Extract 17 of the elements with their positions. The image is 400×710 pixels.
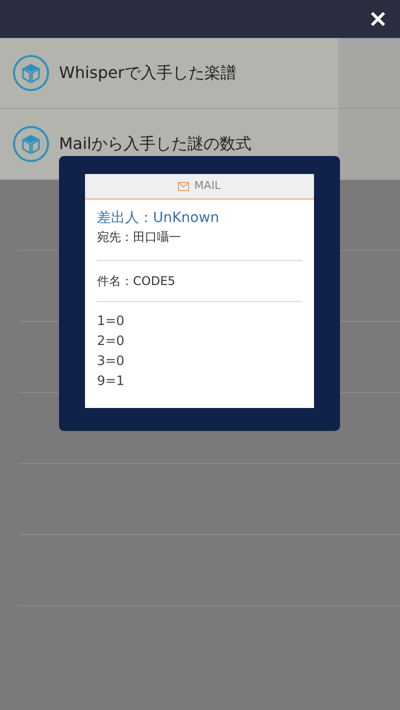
body-line: 2=0 <box>97 333 126 351</box>
body-line: 9=1 <box>97 373 126 391</box>
mail-title: MAIL <box>194 178 221 194</box>
cube-icon <box>12 54 50 92</box>
list-item[interactable]: Whisperで入手した楽譜 <box>0 38 400 109</box>
item-label: Mailから入手した謎の数式 <box>59 133 252 155</box>
side-panel <box>338 109 400 179</box>
sender-text: 差出人：UnKnown <box>97 209 220 228</box>
side-panel <box>338 38 400 108</box>
subject-text: 件名：CODE5 <box>97 261 302 302</box>
close-icon <box>370 11 386 27</box>
body-line: 3=0 <box>97 353 126 371</box>
item-label: Whisperで入手した楽譜 <box>59 62 236 84</box>
recipient-text: 宛先：田口囁一 <box>97 229 182 246</box>
cube-icon <box>12 125 50 163</box>
body-line: 1=0 <box>97 313 126 331</box>
envelope-icon <box>178 182 190 190</box>
